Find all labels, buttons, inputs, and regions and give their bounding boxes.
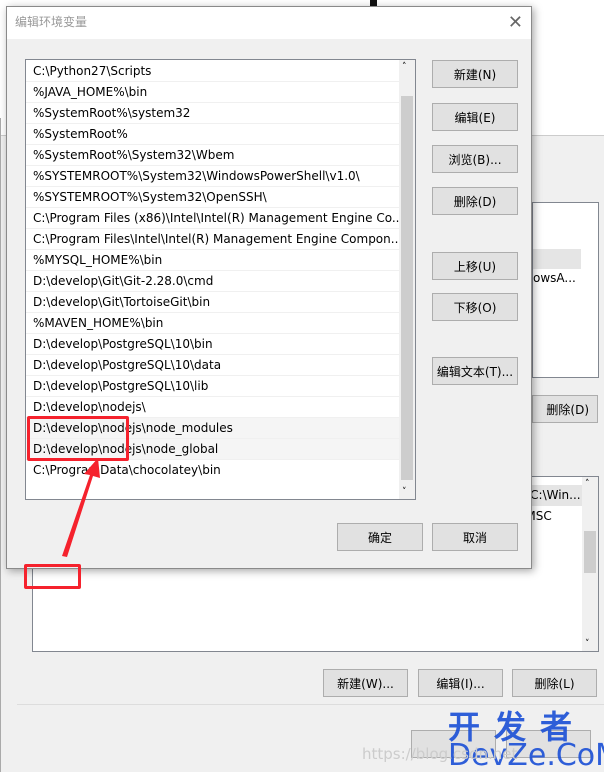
- red-arrow-icon: [62, 458, 100, 557]
- watermark-url: https://blog.csdn.net: [362, 745, 518, 763]
